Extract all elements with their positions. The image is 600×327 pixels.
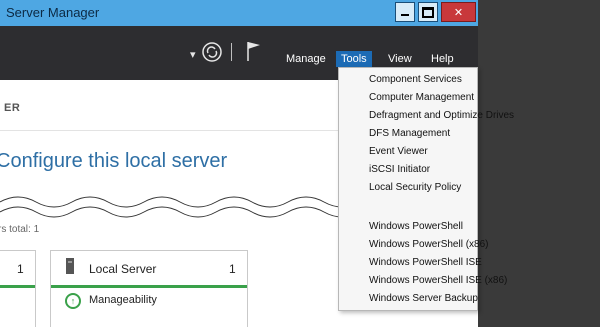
tools-dropdown-menu: Component Services Computer Management D…: [338, 67, 514, 311]
manageability-label[interactable]: Manageability: [89, 294, 157, 306]
maximize-button[interactable]: [418, 2, 438, 22]
window-title: Server Manager: [6, 5, 100, 20]
menu-item-component-services[interactable]: Component Services: [369, 74, 462, 85]
menu-item-event-viewer[interactable]: Event Viewer: [369, 146, 428, 157]
menu-item-windows-powershell-ise[interactable]: Windows PowerShell ISE: [369, 257, 482, 268]
menu-item-windows-powershell-x86[interactable]: Windows PowerShell (x86): [369, 239, 489, 250]
server-icon: [66, 258, 74, 274]
local-server-tile[interactable]: Local Server 1 ↑ Manageability: [50, 250, 248, 327]
toolbar-divider: [231, 43, 232, 61]
tile-count: 1: [17, 262, 24, 276]
menu-tools[interactable]: Tools: [336, 51, 372, 67]
local-server-title: Local Server: [89, 262, 157, 276]
menu-manage[interactable]: Manage: [286, 53, 326, 65]
notifications-flag-icon[interactable]: [246, 40, 262, 62]
refresh-icon[interactable]: [201, 41, 223, 63]
menu-item-local-security-policy[interactable]: Local Security Policy: [369, 182, 461, 193]
manageability-up-icon: ↑: [65, 293, 81, 309]
status-bar: [51, 285, 247, 288]
menu-item-windows-powershell[interactable]: Windows PowerShell: [369, 221, 463, 232]
minimize-button[interactable]: [395, 2, 415, 22]
menu-help[interactable]: Help: [431, 53, 454, 65]
close-button[interactable]: ✕: [441, 2, 476, 22]
page-header-title: ER: [4, 102, 21, 114]
dropdown-arrow-icon[interactable]: ▾: [190, 48, 196, 61]
status-bar: [0, 285, 35, 288]
menu-item-iscsi-initiator[interactable]: iSCSI Initiator: [369, 164, 430, 175]
title-bar[interactable]: Server Manager ✕: [0, 0, 478, 26]
local-server-count: 1: [229, 262, 236, 276]
configure-heading[interactable]: Configure this local server: [0, 150, 227, 173]
menu-item-windows-powershell-ise-x86[interactable]: Windows PowerShell ISE (x86): [369, 275, 507, 286]
servers-total-label: rs total: 1: [0, 224, 40, 235]
menu-item-dfs-management[interactable]: DFS Management: [369, 128, 450, 139]
server-group-tile[interactable]: 1: [0, 250, 36, 327]
menu-view[interactable]: View: [388, 53, 412, 65]
menu-item-defragment[interactable]: Defragment and Optimize Drives: [369, 110, 514, 121]
menu-item-computer-management[interactable]: Computer Management: [369, 92, 474, 103]
menu-item-windows-server-backup[interactable]: Windows Server Backup: [369, 293, 478, 304]
